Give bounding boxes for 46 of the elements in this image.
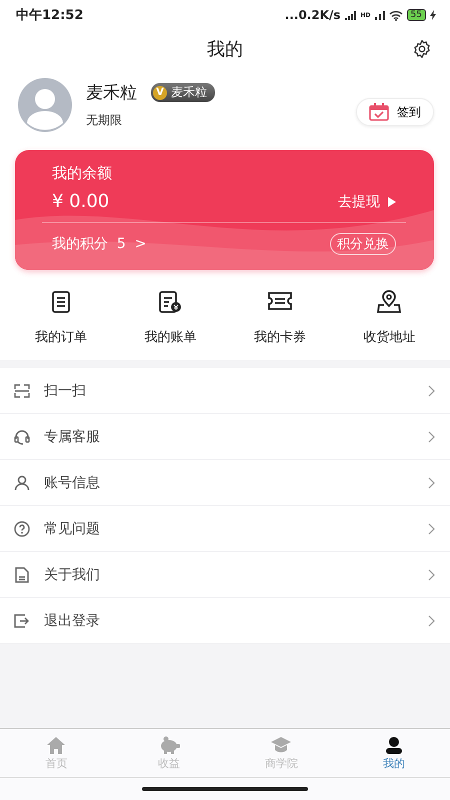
chevron-right-icon <box>428 522 436 534</box>
chevron-right-icon <box>428 384 436 396</box>
ticket-icon <box>266 290 294 312</box>
status-time: 中午12:52 <box>16 7 84 24</box>
menu-item[interactable]: 扫一扫 <box>0 368 450 414</box>
menu-item[interactable]: 专属客服 <box>0 414 450 460</box>
menu-item[interactable]: 关于我们 <box>0 552 450 598</box>
shortcut-item[interactable]: 收货地址 <box>344 290 434 346</box>
graduation-cap-icon <box>270 736 292 754</box>
member-badge: V 麦禾粒 <box>151 83 215 102</box>
chevron-right-icon <box>428 476 436 488</box>
balance-amount: ¥ 0.00 <box>52 191 110 212</box>
withdraw-link[interactable]: 去提现 <box>338 192 396 210</box>
help-icon <box>12 520 32 536</box>
chevron-right-icon <box>428 568 436 580</box>
network-speed: ...0.2K/s <box>284 8 341 22</box>
balance-label: 我的余额 <box>52 164 113 183</box>
play-arrow-icon <box>388 196 396 206</box>
battery-indicator: 55 <box>406 9 426 21</box>
signal-icon <box>374 10 385 20</box>
menu-item[interactable]: 常见问题 <box>0 506 450 552</box>
settings-icon[interactable] <box>412 39 432 59</box>
tab[interactable]: 我的 <box>338 729 450 777</box>
chevron-right-icon <box>428 430 436 442</box>
shortcut-item[interactable]: 我的账单 <box>125 290 216 346</box>
headset-icon <box>12 428 32 444</box>
wifi-icon <box>388 10 403 20</box>
avatar-icon <box>18 78 72 132</box>
checkin-button[interactable]: 签到 <box>356 98 434 126</box>
menu-item[interactable]: 账号信息 <box>0 460 450 506</box>
house-icon <box>46 736 66 754</box>
scan-icon <box>12 384 32 398</box>
user-name: 麦禾粒 <box>86 82 137 104</box>
menu-item[interactable]: 退出登录 <box>0 598 450 644</box>
person-icon <box>384 736 404 754</box>
charging-icon <box>430 10 436 20</box>
location-pin-icon <box>376 290 402 314</box>
shortcut-item[interactable]: 我的订单 <box>16 290 106 346</box>
bill-icon <box>157 290 184 314</box>
chevron-right-icon <box>428 614 436 626</box>
page-title: 我的 <box>207 38 243 61</box>
validity-text: 无期限 <box>86 112 123 129</box>
calendar-icon <box>369 103 389 121</box>
signal-icon <box>344 10 357 20</box>
shortcut-item[interactable]: 我的卡券 <box>234 290 325 346</box>
user-icon <box>12 474 32 490</box>
